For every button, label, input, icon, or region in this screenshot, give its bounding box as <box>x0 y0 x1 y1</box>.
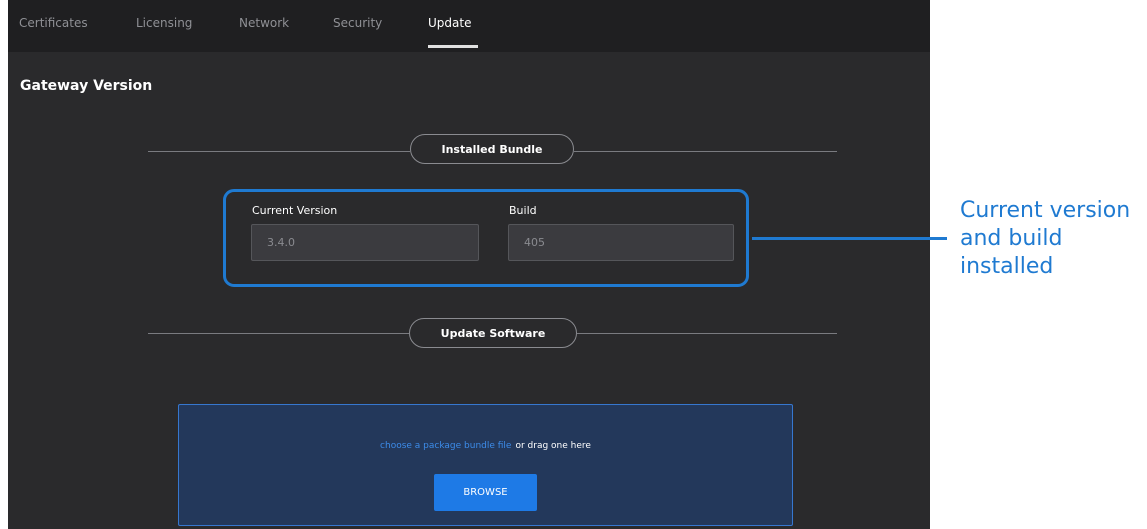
callout-line-1: Current version <box>960 198 1131 223</box>
divider-line <box>577 333 837 334</box>
divider-line <box>574 151 837 152</box>
tab-security[interactable]: Security <box>333 16 382 30</box>
choose-file-link[interactable]: choose a package bundle file <box>380 441 511 451</box>
callout-line-3: installed <box>960 254 1054 279</box>
tab-update[interactable]: Update <box>428 16 471 30</box>
callout-line-2: and build <box>960 226 1063 251</box>
version-highlight-box <box>223 189 749 287</box>
update-software-heading: Update Software <box>409 318 577 348</box>
drag-hint-text: or drag one here <box>515 441 591 451</box>
divider-line <box>148 333 409 334</box>
callout-annotation: Current version and build installed <box>960 197 1130 281</box>
browse-button[interactable]: BROWSE <box>434 474 537 511</box>
tab-network[interactable]: Network <box>239 16 289 30</box>
divider-line <box>148 151 410 152</box>
tab-bar: Certificates Licensing Network Security … <box>8 0 930 52</box>
dropzone-instructions: choose a package bundle file or drag one … <box>179 441 792 451</box>
tab-licensing[interactable]: Licensing <box>136 16 192 30</box>
package-dropzone[interactable]: choose a package bundle file or drag one … <box>178 404 793 526</box>
section-title: Gateway Version <box>20 78 153 94</box>
installed-bundle-heading: Installed Bundle <box>410 134 574 164</box>
active-tab-indicator <box>428 45 478 48</box>
tab-certificates[interactable]: Certificates <box>19 16 88 30</box>
callout-connector-line <box>752 237 947 240</box>
